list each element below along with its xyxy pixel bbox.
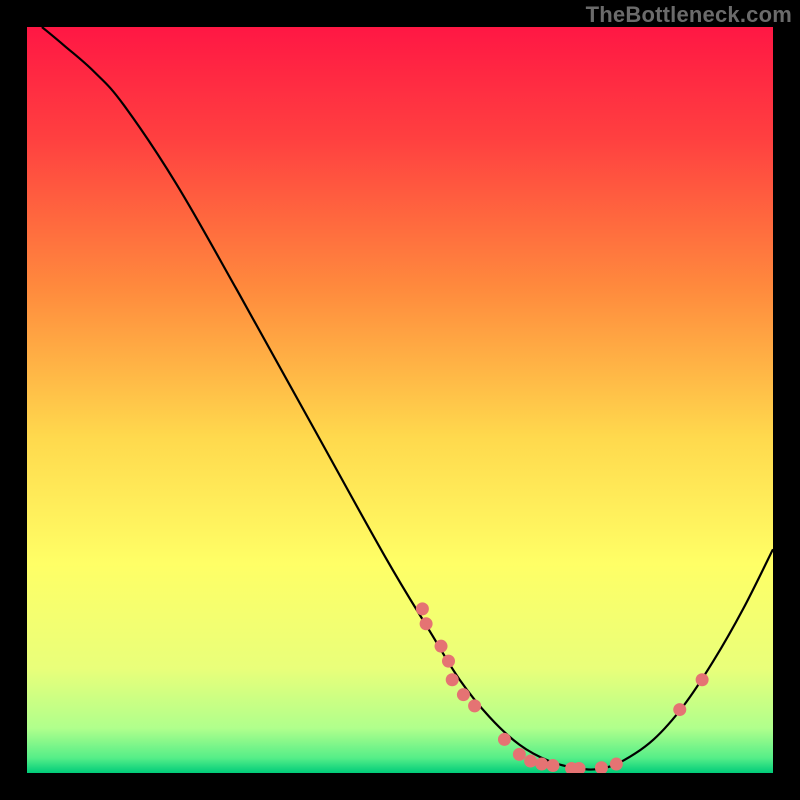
chart-svg: [27, 27, 773, 773]
data-marker: [498, 733, 511, 746]
data-marker: [513, 748, 526, 761]
data-marker: [546, 759, 559, 772]
chart-frame: TheBottleneck.com: [0, 0, 800, 800]
data-marker: [535, 758, 548, 771]
watermark-text: TheBottleneck.com: [586, 2, 792, 28]
data-marker: [468, 699, 481, 712]
gradient-rect: [27, 27, 773, 773]
data-marker: [446, 673, 459, 686]
data-marker: [610, 758, 623, 771]
plot-area: [27, 27, 773, 773]
data-marker: [696, 673, 709, 686]
data-marker: [420, 617, 433, 630]
data-marker: [416, 602, 429, 615]
data-marker: [673, 703, 686, 716]
data-marker: [457, 688, 470, 701]
data-marker: [442, 655, 455, 668]
data-marker: [524, 755, 537, 768]
data-marker: [435, 640, 448, 653]
